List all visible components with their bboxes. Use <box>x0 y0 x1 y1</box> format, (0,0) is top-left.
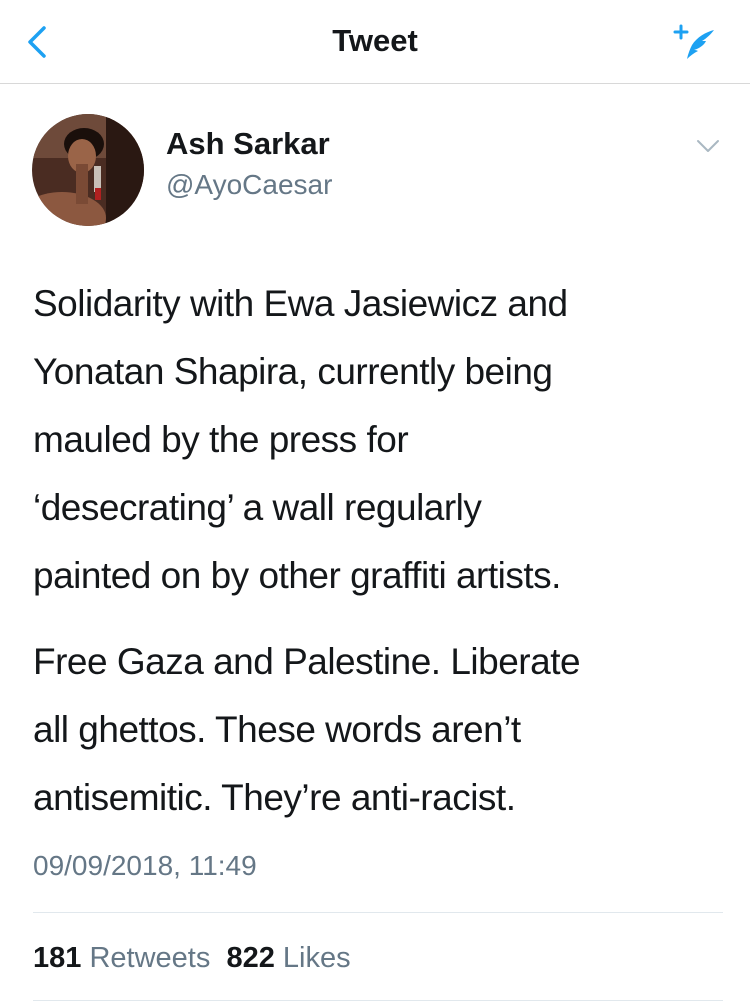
tweet-text-line: mauled by the press for <box>33 419 409 460</box>
retweets-stat[interactable]: 181 Retweets <box>33 942 210 974</box>
chevron-down-icon <box>697 140 719 152</box>
engagement-stats: 181 Retweets 822 Likes <box>33 939 351 977</box>
tweet-text-line: Yonatan Shapira, currently being <box>33 351 553 392</box>
tweet-text-line: ‘desecrating’ a wall regularly <box>33 487 482 528</box>
retweets-count: 181 <box>33 942 82 974</box>
divider <box>33 912 723 913</box>
page-title: Tweet <box>332 23 418 58</box>
navigation-bar: Tweet <box>0 0 750 84</box>
tweet-text-line: all ghettos. These words aren’t <box>33 709 521 750</box>
likes-label: Likes <box>282 942 351 974</box>
likes-count: 822 <box>226 942 275 974</box>
tweet-text-line: Free Gaza and Palestine. Liberate <box>33 641 581 682</box>
compose-tweet-icon <box>673 24 714 59</box>
tweet-options-button[interactable] <box>694 136 722 156</box>
compose-tweet-button[interactable] <box>666 20 722 66</box>
likes-stat[interactable]: 822 Likes <box>226 942 350 974</box>
avatar[interactable] <box>32 114 144 226</box>
tweet-paragraph: Solidarity with Ewa Jasiewicz and Yonata… <box>33 270 723 610</box>
tweet-text: Solidarity with Ewa Jasiewicz and Yonata… <box>33 270 723 832</box>
author-handle[interactable]: @AyoCaesar <box>166 167 332 203</box>
tweet-timestamp: 09/09/2018, 11:49 <box>33 850 257 881</box>
author-display-name[interactable]: Ash Sarkar <box>166 125 330 163</box>
tweet-paragraph: Free Gaza and Palestine. Liberate all gh… <box>33 628 723 832</box>
tweet-text-line: Solidarity with Ewa Jasiewicz and <box>33 283 568 324</box>
tweet-text-line: painted on by other graffiti artists. <box>33 555 561 596</box>
retweets-label: Retweets <box>89 942 211 974</box>
divider <box>33 1000 723 1001</box>
tweet-text-line: antisemitic. They’re anti-racist. <box>33 777 516 818</box>
